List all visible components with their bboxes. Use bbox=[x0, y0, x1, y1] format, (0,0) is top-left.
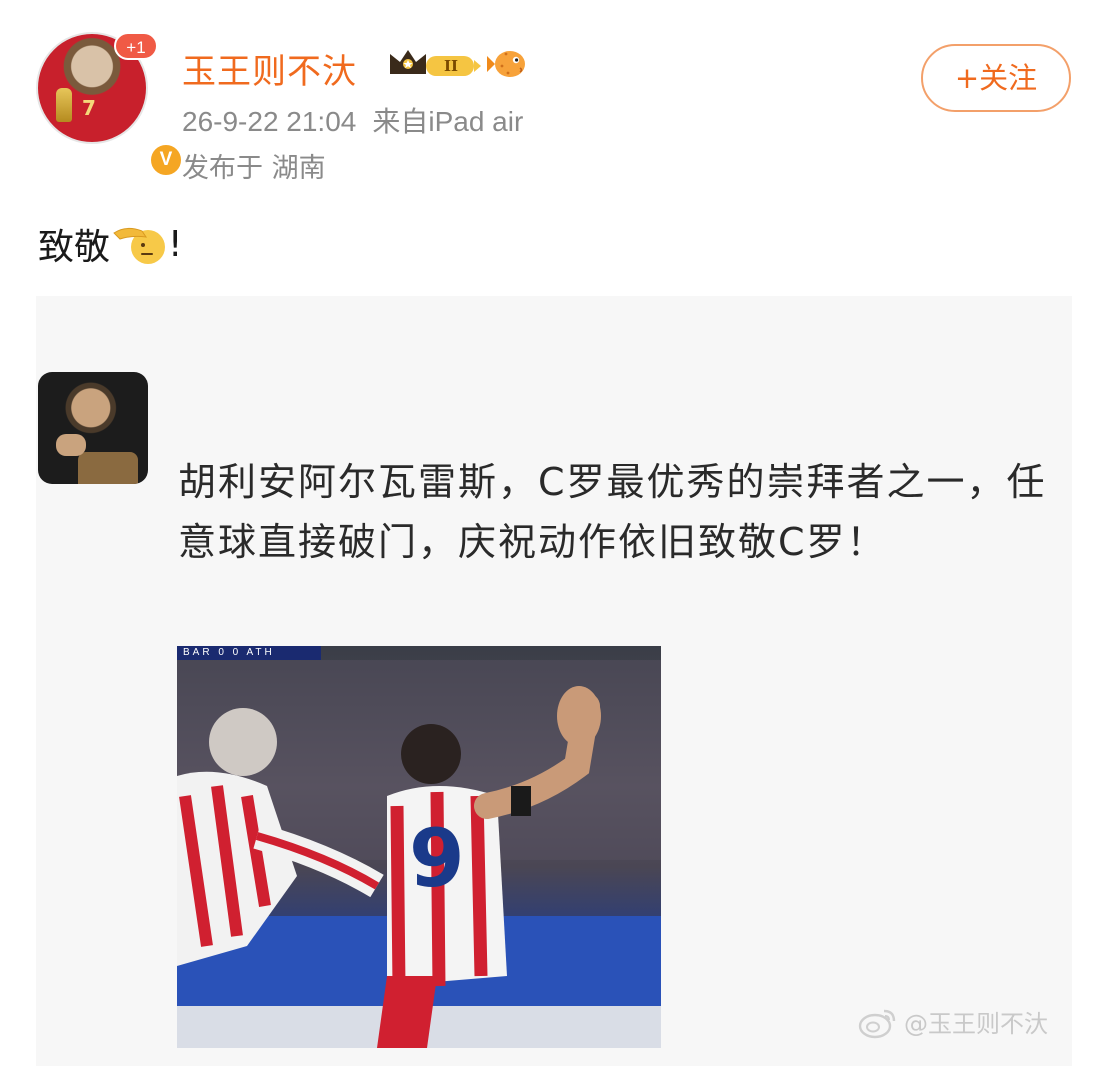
watermark: @玉王则不汏 bbox=[858, 1004, 1048, 1039]
svg-text:9: 9 bbox=[409, 812, 465, 905]
vip-crown-icon[interactable]: II bbox=[386, 44, 482, 84]
players-illustration: 9 bbox=[177, 660, 661, 1048]
match-photo: BAR 0 0 ATH 9 bbox=[177, 646, 661, 1048]
post-text-before: 致敬 bbox=[38, 227, 111, 268]
post-source[interactable]: 来自iPad air bbox=[372, 106, 523, 137]
image-caption: 胡利安阿尔瓦雷斯，C罗最优秀的崇拜者之一，任意球直接破门，庆祝动作依旧致敬C罗！ bbox=[178, 460, 1047, 564]
weibo-logo-icon bbox=[858, 1009, 896, 1038]
trophy-icon bbox=[56, 88, 72, 122]
shirt-number: 7 bbox=[82, 96, 96, 120]
post-timestamp: 26-9-22 21:04 bbox=[182, 106, 357, 137]
post-meta: 26-9-22 21:04 来自iPad air bbox=[182, 100, 523, 140]
image-avatar bbox=[38, 372, 148, 484]
salute-emoji-icon bbox=[113, 227, 166, 264]
follow-button[interactable]: +关注 bbox=[921, 44, 1071, 112]
author-name[interactable]: 玉王则不汏 bbox=[182, 44, 357, 93]
svg-text:II: II bbox=[444, 57, 458, 75]
post-text: 致敬 ! bbox=[38, 218, 182, 270]
author-avatar-group[interactable]: 7 +1 V bbox=[36, 32, 184, 178]
post-location: 发布于 湖南 bbox=[182, 153, 326, 184]
watermark-text: @玉王则不汏 bbox=[904, 1010, 1048, 1038]
post-text-after: ! bbox=[168, 223, 183, 265]
verified-badge: V bbox=[148, 142, 184, 178]
pufferfish-icon[interactable] bbox=[486, 46, 528, 82]
notification-badge: +1 bbox=[114, 32, 158, 60]
